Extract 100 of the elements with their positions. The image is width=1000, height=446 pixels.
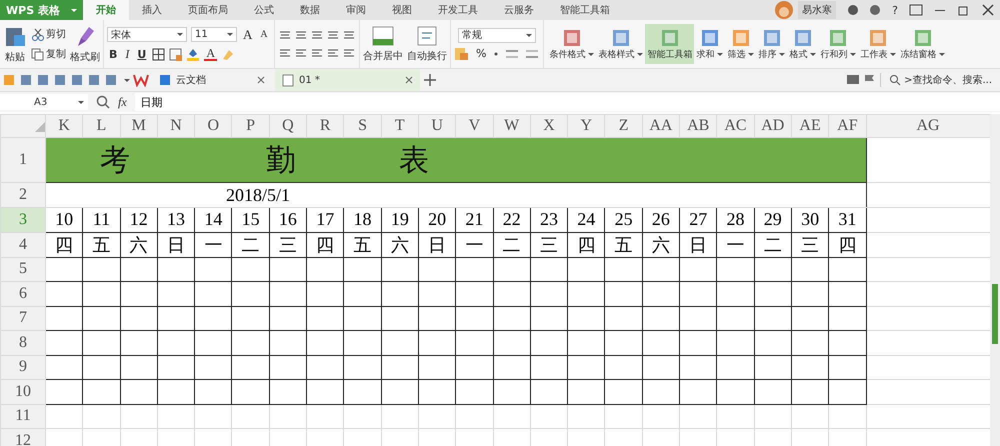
grow-font-button[interactable]: A [241,26,254,42]
cell-style-icon[interactable] [169,48,182,60]
toolbar-button[interactable]: 智能工具箱 [645,24,694,64]
search-field[interactable]: >查找命令、搜索... [880,73,1000,87]
ribbon-tab[interactable]: 数据 [287,0,333,20]
row-header[interactable]: 1 [0,138,46,182]
toolbar-button[interactable]: 格式 [787,24,818,64]
column-header[interactable]: Y [568,114,605,138]
column-header[interactable]: AE [791,114,829,138]
toolbar-button[interactable]: 表格样式 [596,24,646,64]
ribbon-tab[interactable]: 公式 [241,0,287,20]
row-header[interactable]: 2 [0,182,46,208]
column-header[interactable]: L [82,114,120,138]
row-header[interactable]: 11 [0,404,46,428]
add-tab-icon[interactable] [423,73,437,87]
ribbon-tab[interactable]: 开始 [83,0,129,20]
align-icon[interactable] [326,29,340,41]
shrink-font-button[interactable]: A [258,29,270,40]
align-icon[interactable] [326,47,340,59]
zoom-icon[interactable] [96,95,110,109]
row-header[interactable]: 6 [0,282,46,306]
column-header[interactable]: AC [716,114,754,138]
column-header[interactable]: X [530,114,568,138]
circle-icon[interactable] [847,4,860,16]
copy-button[interactable]: 复制 [46,47,66,61]
column-header[interactable]: Z [604,114,642,138]
align-icon[interactable] [294,29,308,41]
column-header[interactable]: O [194,114,232,138]
row-header[interactable]: 7 [0,306,46,330]
quick-access-icon[interactable] [36,73,50,87]
column-header[interactable]: K [46,114,83,138]
document-tab[interactable]: 云文档 [152,69,272,91]
borders-icon[interactable] [152,48,166,60]
ribbon-tab[interactable]: 页面布局 [175,0,241,20]
align-icon[interactable] [294,47,308,59]
row-header[interactable]: 8 [0,330,46,355]
help-button[interactable]: ? [892,4,898,16]
close-icon[interactable] [404,75,414,85]
column-header[interactable]: AB [680,114,717,138]
column-header[interactable]: T [381,114,418,138]
quick-access-icon[interactable] [53,73,67,87]
column-header[interactable]: P [232,114,270,138]
quick-access-icon[interactable] [70,73,84,87]
ribbon-tab[interactable]: 视图 [379,0,425,20]
column-header[interactable]: AA [642,114,680,138]
quick-access-icon[interactable] [104,73,118,87]
paste-button[interactable]: 粘贴 [5,50,25,64]
toolbar-button[interactable]: 求和 [694,24,726,64]
toolbar-button[interactable]: 筛选 [725,24,756,64]
column-header[interactable]: N [157,114,195,138]
row-header[interactable]: 5 [0,257,46,282]
window-icon[interactable] [909,4,923,16]
column-header[interactable]: Q [269,114,307,138]
close-icon[interactable] [981,4,995,16]
function-button[interactable]: fx [118,94,127,110]
align-icon[interactable] [310,29,324,41]
row-header[interactable]: 10 [0,380,46,404]
align-icon[interactable] [278,47,292,59]
font-size-field[interactable]: 11 [191,27,237,42]
percent-button[interactable]: % [474,47,488,60]
align-icon[interactable] [278,29,292,41]
toolbar-button[interactable]: 行和列 [818,24,858,64]
ribbon-tab[interactable]: 智能工具箱 [547,0,623,20]
wrap-text-button[interactable]: 自动换行 [407,49,447,63]
font-name-field[interactable]: 宋体 [107,27,187,42]
ribbon-tab[interactable]: 插入 [129,0,175,20]
ribbon-tab[interactable]: 开发工具 [425,0,491,20]
align-icon[interactable] [342,29,356,41]
row-header[interactable]: 4 [0,232,46,257]
italic-button[interactable]: I [123,46,132,62]
cut-button[interactable]: 剪切 [46,27,66,41]
font-color-button[interactable]: A [204,48,217,60]
toolbar-button[interactable]: 冻结窗格 [898,24,948,64]
format-painter-button[interactable]: 格式刷 [70,50,100,64]
number-format-field[interactable]: 常规 [458,28,536,42]
user-name[interactable]: 易水寒 [798,1,836,19]
fill-color-icon[interactable] [186,47,200,61]
row-header[interactable]: 9 [0,355,46,380]
bold-button[interactable]: B [107,48,120,60]
scrollbar-thumb[interactable] [992,284,998,344]
column-header[interactable]: S [344,114,382,138]
toolbar-button[interactable]: 排序 [756,24,788,64]
merge-center-button[interactable]: 合并居中 [363,49,403,63]
column-header[interactable]: AD [754,114,792,138]
column-header[interactable]: U [418,114,456,138]
row-header[interactable]: 12 [0,428,46,446]
column-header[interactable]: M [120,114,158,138]
quick-access-icon[interactable] [19,73,33,87]
column-header[interactable]: W [493,114,530,138]
ribbon-tab[interactable]: 审阅 [333,0,379,20]
column-header[interactable]: V [456,114,494,138]
align-icon[interactable] [342,47,356,59]
underline-button[interactable]: U [135,48,148,60]
document-tab[interactable]: 01 * [275,69,420,91]
column-header[interactable]: AG [866,114,990,138]
formula-field[interactable]: 日期 [134,93,1000,111]
ribbon-tab[interactable]: 云服务 [491,0,547,20]
align-icon[interactable] [310,47,324,59]
quick-access-icon[interactable] [87,73,101,87]
name-box[interactable]: A3 [0,94,88,110]
